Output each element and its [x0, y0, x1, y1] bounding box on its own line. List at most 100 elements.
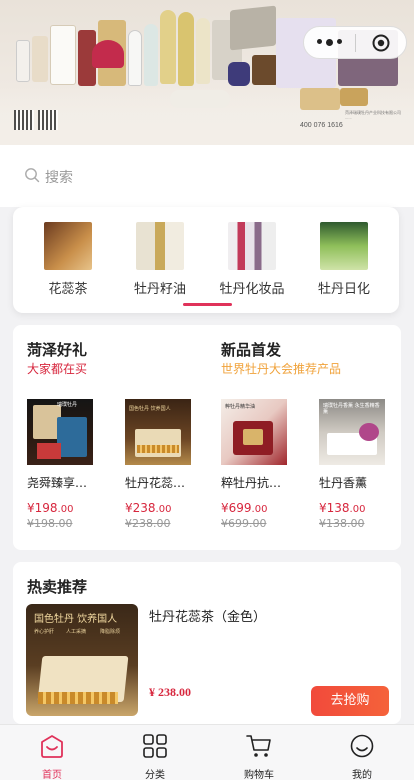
product-name: 牡丹花蕊…	[125, 476, 186, 490]
banner-product	[228, 62, 250, 86]
banner-product	[300, 88, 340, 110]
product-price: ¥138.00	[319, 501, 389, 515]
category-label: 牡丹化妆品	[219, 282, 285, 297]
product-image-text: 瑞璞牡丹	[57, 402, 78, 408]
category-label: 花蕊茶	[48, 282, 88, 297]
product-image-box	[57, 417, 87, 457]
promo-left-subtitle: 大家都在买	[27, 362, 88, 376]
banner-company: 菏泽瑞璞牡丹产业科技有限公司 ......	[345, 110, 401, 120]
tab-label: 购物车	[244, 770, 274, 780]
bottom-tab-bar: 首页 分类 购物车 我的	[0, 724, 414, 780]
banner-bottle	[178, 12, 194, 86]
hot-product-price: ¥ 238.00	[149, 685, 191, 699]
hot-image-vials	[38, 692, 118, 704]
product-card[interactable]: 国色牡丹 饮养国人 牡丹花蕊… ¥238.00 ¥238.00	[125, 399, 195, 530]
price-integer: ¥198	[27, 501, 58, 515]
promo-right-title[interactable]: 新品首发	[221, 339, 281, 360]
hero-banner[interactable]: 400 076 1616 菏泽瑞璞牡丹产业科技有限公司 ......	[0, 0, 414, 145]
home-icon	[41, 735, 63, 758]
product-card[interactable]: 粹牡丹精华油 粹牡丹抗… ¥699.00 ¥699.00	[221, 399, 291, 530]
category-item-daily[interactable]: 牡丹日化	[304, 222, 384, 297]
miniprogram-capsule	[303, 26, 407, 59]
more-dots-icon	[325, 39, 333, 46]
product-image: 瑞璞牡丹	[27, 399, 93, 465]
product-image: 粹牡丹精华油	[221, 399, 287, 465]
hot-product-name[interactable]: 牡丹花蕊茶（金色）	[149, 606, 266, 625]
search-input[interactable]: 搜索	[45, 167, 73, 187]
qr-code	[38, 110, 58, 130]
banner-product	[32, 36, 48, 82]
banner-product	[50, 25, 76, 85]
category-item-cosmetics[interactable]: 牡丹化妆品	[212, 222, 292, 297]
tab-category[interactable]: 分类	[115, 733, 195, 780]
category-nav: 花蕊茶 牡丹籽油 牡丹化妆品 牡丹日化	[13, 207, 399, 313]
category-thumb	[136, 222, 184, 270]
banner-phone: 400 076 1616	[300, 122, 343, 129]
price-integer: ¥238	[125, 501, 156, 515]
more-dots-icon	[316, 39, 322, 44]
product-name: 粹牡丹抗…	[221, 476, 282, 490]
hot-image-tag: 降脂除烦	[100, 629, 121, 635]
cart-icon	[246, 735, 271, 757]
product-card[interactable]: 瑞璞牡丹香薰 永生香精香薰 牡丹香薰 ¥138.00 ¥138.00	[319, 399, 389, 530]
price-decimal: .00	[155, 504, 172, 515]
tab-home[interactable]: 首页	[12, 733, 92, 780]
product-price: ¥198.00	[27, 501, 97, 515]
search-bar[interactable]: 搜索	[0, 145, 414, 207]
category-item-tea[interactable]: 花蕊茶	[28, 222, 108, 297]
profile-icon	[350, 734, 374, 758]
banner-product	[92, 40, 124, 68]
banner-bottle	[128, 30, 142, 86]
price-decimal: .00	[251, 504, 268, 515]
product-price: ¥238.00	[125, 501, 195, 515]
promo-left-title[interactable]: 菏泽好礼	[27, 339, 87, 360]
hot-image-title: 国色牡丹 饮养国人	[34, 614, 118, 625]
more-menu-button[interactable]	[304, 39, 355, 46]
banner-bottle	[160, 10, 176, 84]
close-miniprogram-button[interactable]	[355, 34, 406, 52]
product-original-price: ¥138.00	[319, 517, 365, 530]
promo-section: 菏泽好礼 大家都在买 新品首发 世界牡丹大会推荐产品 瑞璞牡丹 尧舜臻享… ¥1…	[13, 325, 401, 550]
product-name: 牡丹香薰	[319, 476, 368, 490]
product-original-price: ¥699.00	[221, 517, 267, 530]
hot-image-tag: 养心护肝	[34, 629, 55, 635]
price-integer: ¥699	[221, 501, 252, 515]
product-image-box	[243, 429, 263, 445]
tab-profile[interactable]: 我的	[322, 733, 402, 780]
product-image: 国色牡丹 饮养国人	[125, 399, 191, 465]
product-image-text: 国色牡丹 饮养国人	[129, 406, 171, 412]
product-image-text: 瑞璞牡丹香薰 永生香精香薰	[323, 403, 380, 415]
category-icon	[143, 734, 167, 758]
product-original-price: ¥198.00	[27, 517, 73, 530]
tab-label: 我的	[352, 770, 372, 780]
active-category-indicator	[183, 303, 232, 306]
category-label: 牡丹日化	[317, 282, 370, 297]
category-thumb	[44, 222, 92, 270]
hot-image-tag: 人工采摘	[66, 629, 87, 635]
category-thumb	[228, 222, 276, 270]
product-card[interactable]: 瑞璞牡丹 尧舜臻享… ¥198.00 ¥198.00	[27, 399, 97, 530]
search-icon	[25, 168, 40, 183]
tab-cart[interactable]: 购物车	[219, 733, 299, 780]
banner-product	[252, 55, 278, 85]
tab-label: 分类	[145, 770, 165, 780]
target-close-icon	[372, 34, 390, 51]
hot-product-image[interactable]: 国色牡丹 饮养国人 养心护肝 人工采摘 降脂除烦	[26, 604, 138, 716]
product-image: 瑞璞牡丹香薰 永生香精香薰	[319, 399, 385, 465]
banner-product	[340, 88, 368, 106]
banner-product	[16, 40, 30, 82]
product-original-price: ¥238.00	[125, 517, 171, 530]
buy-now-button[interactable]: 去抢购	[311, 686, 389, 716]
category-item-seed-oil[interactable]: 牡丹籽油	[120, 222, 200, 297]
category-label: 牡丹籽油	[133, 282, 186, 297]
qr-code	[14, 110, 34, 130]
product-image-flower	[359, 423, 379, 441]
price-decimal: .00	[57, 504, 74, 515]
tab-label: 首页	[42, 770, 62, 780]
product-price: ¥699.00	[221, 501, 291, 515]
promo-right-subtitle: 世界牡丹大会推荐产品	[221, 362, 342, 376]
banner-product	[230, 5, 276, 51]
product-image-box	[37, 443, 61, 459]
product-image-vials	[137, 445, 179, 453]
product-image-text: 粹牡丹精华油	[225, 404, 256, 410]
